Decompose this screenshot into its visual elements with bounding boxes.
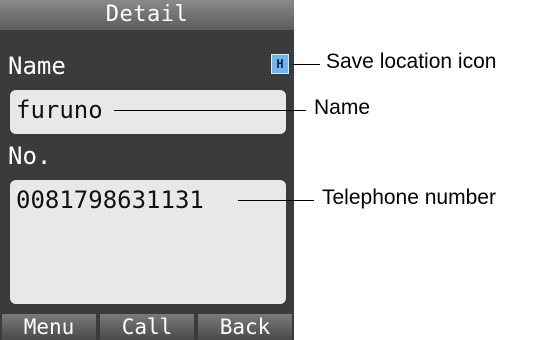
screen-title: Detail bbox=[0, 0, 294, 30]
name-field[interactable]: furuno bbox=[10, 90, 286, 134]
telephone-leader-line bbox=[238, 200, 314, 201]
save-location-icon: H bbox=[271, 54, 289, 74]
save-location-annotation: Save location icon bbox=[326, 50, 497, 73]
telephone-number-annotation: Telephone number bbox=[322, 186, 496, 209]
softkey-bar: Menu Call Back bbox=[0, 312, 294, 340]
name-leader-line bbox=[114, 110, 306, 111]
name-annotation: Name bbox=[314, 96, 371, 119]
menu-softkey[interactable]: Menu bbox=[2, 314, 96, 340]
telephone-number-value: 0081798631131 bbox=[16, 186, 204, 214]
save-location-leader-line bbox=[292, 64, 320, 65]
name-value: furuno bbox=[16, 96, 103, 124]
number-label: No. bbox=[8, 142, 52, 170]
phone-screen: Detail Name H furuno No. 0081798631131 M… bbox=[0, 0, 294, 340]
back-softkey[interactable]: Back bbox=[198, 314, 292, 340]
telephone-number-field[interactable]: 0081798631131 bbox=[10, 180, 286, 304]
name-label: Name bbox=[8, 52, 66, 80]
call-softkey[interactable]: Call bbox=[100, 314, 194, 340]
